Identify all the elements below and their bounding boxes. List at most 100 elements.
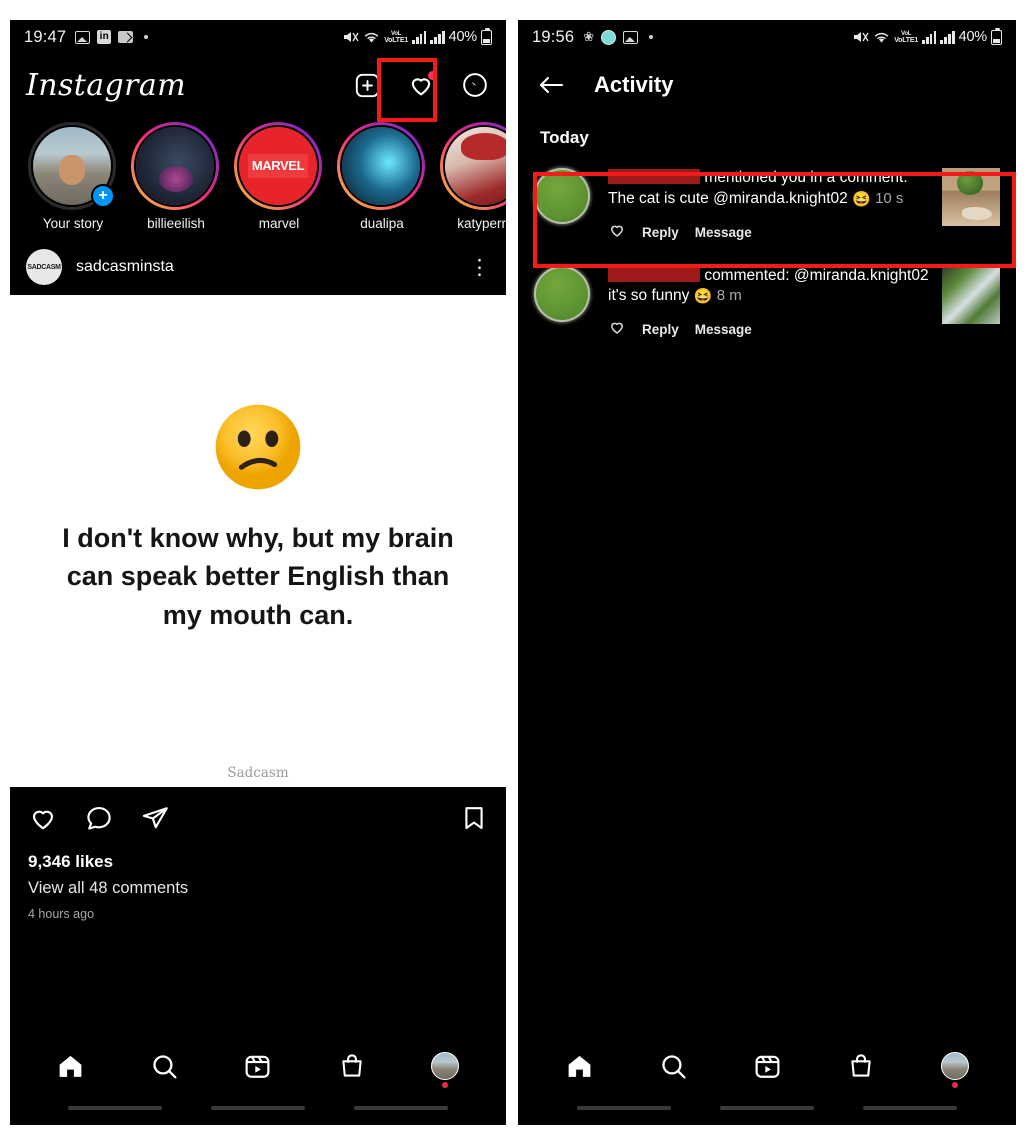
home-icon[interactable] (555, 1042, 603, 1090)
grinning-squinting-face-emoji: 😆 (693, 288, 713, 306)
story-label: Your story (42, 216, 104, 231)
reels-icon[interactable] (743, 1042, 791, 1090)
signal-bars-sim2-icon (940, 30, 955, 44)
story-katyperry[interactable]: katyperry (440, 122, 506, 231)
search-icon[interactable] (140, 1042, 188, 1090)
comment-icon[interactable] (84, 803, 114, 838)
view-comments-link[interactable]: View all 48 comments (10, 872, 506, 898)
battery-percent: 40% (448, 29, 478, 45)
gesture-bar (518, 1097, 1016, 1119)
post-image[interactable]: I don't know why, but my brain can speak… (10, 295, 506, 787)
instagram-logo: Instagram (26, 67, 186, 103)
messenger-icon[interactable] (460, 70, 490, 100)
gesture-bar-segment (210, 1106, 305, 1110)
story-label: dualipa (360, 216, 404, 231)
notification-item[interactable]: mentioned you in a comment: The cat is c… (518, 156, 1016, 254)
activity-badge-dot (428, 71, 437, 80)
status-time: 19:56 (532, 27, 575, 46)
bottom-nav-right (518, 1035, 1016, 1125)
shop-icon[interactable] (328, 1042, 376, 1090)
signal-bars-sim2-icon (430, 30, 445, 44)
home-icon[interactable] (47, 1042, 95, 1090)
profile-avatar-icon[interactable] (421, 1042, 469, 1090)
mute-icon (343, 30, 359, 44)
mute-icon (853, 30, 869, 44)
story-avatar-marvel: MARVEL (239, 127, 317, 205)
post-username[interactable]: sadcasminsta (76, 258, 174, 276)
notification-thumbnail[interactable] (942, 168, 1000, 226)
notification-actions: Reply Message (608, 318, 932, 341)
add-post-icon[interactable] (352, 70, 382, 100)
instagram-header: Instagram (10, 54, 506, 116)
story-ring: + (28, 122, 116, 210)
story-dualipa[interactable]: dualipa (337, 122, 427, 231)
bluetooth-icon: ❀ (583, 29, 595, 44)
redacted-username (608, 266, 700, 282)
notification-item[interactable]: commented: @miranda.knight02 it's so fun… (518, 254, 1016, 352)
caption-line-1: I don't know why, but my brain (62, 523, 454, 553)
stories-tray[interactable]: + Your story billieeilish MARVEL marvel (10, 116, 506, 239)
shop-icon[interactable] (837, 1042, 885, 1090)
story-label: billieeilish (147, 216, 205, 231)
status-left-icons: ❀ (583, 29, 654, 45)
search-icon[interactable] (649, 1042, 697, 1090)
notification-mention[interactable]: @miranda.knight02 (713, 190, 848, 207)
reply-button[interactable]: Reply (642, 225, 679, 240)
story-ring: MARVEL (234, 122, 322, 210)
page-title: Activity (594, 72, 674, 97)
story-your-story[interactable]: + Your story (28, 122, 118, 231)
reels-icon[interactable] (234, 1042, 282, 1090)
linkedin-icon: in (97, 30, 112, 44)
story-marvel[interactable]: MARVEL marvel (234, 122, 324, 231)
notification-body: mentioned you in a comment: The cat is c… (590, 168, 942, 244)
story-avatar-billieeilish (136, 127, 214, 205)
message-button[interactable]: Message (695, 322, 752, 337)
notification-mention[interactable]: @miranda.knight02 (794, 267, 929, 284)
story-label: katyperry (457, 216, 506, 231)
kebab-menu-icon[interactable]: ⋮ (469, 257, 490, 278)
notification-actions: Reply Message (608, 221, 932, 244)
battery-icon (481, 27, 492, 45)
notification-time: 10 s (875, 189, 904, 207)
signal-bars-sim1-icon (922, 30, 937, 44)
like-icon[interactable] (28, 803, 58, 838)
activity-heart-icon[interactable] (406, 70, 437, 100)
status-time: 19:47 (24, 27, 67, 46)
save-icon[interactable] (460, 804, 488, 837)
right-phone-screen: 19:56 ❀ VoL VoLTE1 40% Activity Today me… (518, 20, 1016, 1125)
reply-button[interactable]: Reply (642, 322, 679, 337)
redacted-username (608, 169, 700, 184)
status-right-icons: VoL VoLTE1 40% (853, 27, 1002, 45)
status-bar-right: 19:56 ❀ VoL VoLTE1 40% (518, 20, 1016, 54)
battery-icon (991, 27, 1002, 45)
caption-line-2: can speak better English than (66, 561, 450, 592)
gesture-bar-segment (863, 1106, 958, 1110)
heart-icon[interactable] (608, 221, 626, 244)
post-likes-count[interactable]: 9,346 likes (10, 838, 506, 872)
grinning-squinting-face-emoji: 😆 (852, 190, 871, 208)
profile-avatar-icon[interactable] (931, 1042, 979, 1090)
app-icon (118, 31, 134, 43)
bottom-nav-left (10, 1035, 506, 1125)
post-action-bar (10, 787, 506, 838)
network-type-label: VoL VoLTE1 (384, 30, 409, 44)
arrow-left-icon[interactable] (536, 70, 566, 100)
message-button[interactable]: Message (695, 225, 752, 240)
post-avatar[interactable]: SADCASM (26, 249, 62, 285)
avatar[interactable] (534, 168, 590, 224)
photo-icon (75, 30, 91, 44)
story-billieeilish[interactable]: billieeilish (131, 122, 221, 231)
story-label: marvel (258, 216, 300, 231)
share-icon[interactable] (140, 803, 170, 838)
screenshot-stage: 19:47 in VoL VoLTE1 40% Instagram + Your… (0, 0, 1024, 1130)
dot-icon (144, 35, 149, 39)
avatar[interactable] (534, 265, 590, 322)
bottom-nav-row (518, 1035, 1016, 1097)
notification-thumbnail[interactable] (942, 265, 1000, 324)
battery-percent: 40% (958, 29, 988, 45)
header-actions (352, 70, 490, 100)
heart-icon[interactable] (608, 318, 626, 341)
marvel-logo-text: MARVEL (251, 158, 305, 173)
add-story-plus-icon[interactable]: + (91, 184, 115, 208)
gesture-bar (10, 1097, 506, 1119)
